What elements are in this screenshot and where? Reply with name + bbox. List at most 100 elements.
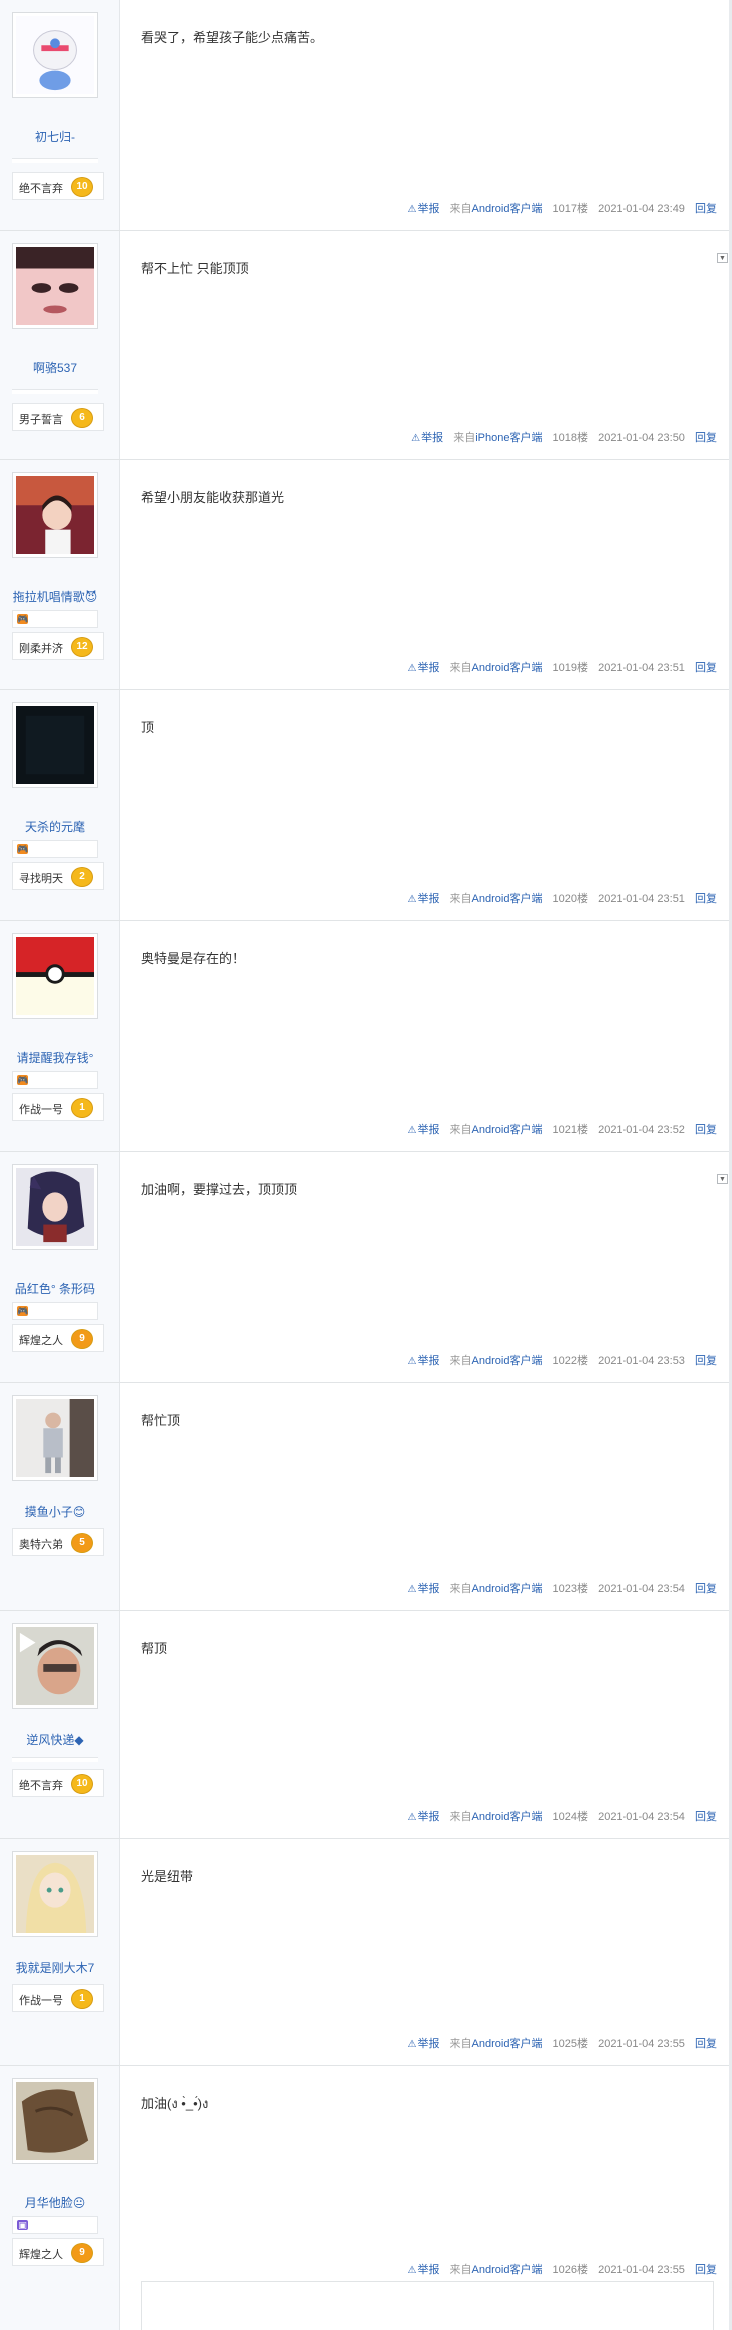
post-meta: ⚠举报 来自Android客户端 1019楼 2021-01-04 23:51 … <box>408 659 717 675</box>
report-link[interactable]: 举报 <box>417 893 439 905</box>
source-label: 来自Android客户端 <box>450 203 543 215</box>
level-badge[interactable]: 寻找明天 2 <box>12 862 104 890</box>
post-meta: ⚠举报 来自Android客户端 1022楼 2021-01-04 23:53 … <box>408 1352 717 1368</box>
post-content: 看哭了，希望孩子能少点痛苦。 <box>141 30 324 45</box>
thread-page: 初七归- 绝不言弃 10 看哭了，希望孩子能少点痛苦。 ⚠举报 来自Androi… <box>0 0 732 2330</box>
avatar[interactable] <box>12 933 98 1019</box>
source-client-link[interactable]: Android客户端 <box>472 203 543 215</box>
avatar[interactable] <box>12 243 98 329</box>
level-badge[interactable]: 绝不言弃 10 <box>12 1769 104 1797</box>
source-label: 来自Android客户端 <box>450 2264 543 2276</box>
post-content: 顶 <box>141 720 155 735</box>
avatar[interactable] <box>12 12 98 98</box>
source-client-link[interactable]: Android客户端 <box>472 662 543 674</box>
reply-link[interactable]: 回复 <box>695 893 717 905</box>
post-menu-dropdown[interactable]: ▼ <box>717 253 728 263</box>
username[interactable]: 天杀的元麾 <box>0 818 110 835</box>
reply-link[interactable]: 回复 <box>695 1355 717 1367</box>
user-sidebar: 逆风快递◆ 绝不言弃 10 <box>0 1611 120 1838</box>
report-link[interactable]: 举报 <box>417 2264 439 2276</box>
username[interactable]: 品红色° 条形码 <box>0 1280 110 1297</box>
floor-number: 1021楼 <box>552 1124 589 1136</box>
warning-icon: ⚠ <box>407 1125 417 1136</box>
source-client-link[interactable]: Android客户端 <box>472 1124 543 1136</box>
username[interactable]: 逆风快递◆ <box>0 1731 110 1748</box>
report-link[interactable]: 举报 <box>417 662 439 674</box>
post-item: 我就是刚大木7 作战一号 1 光是纽带 ⚠举报 来自Android客户端 102… <box>0 1839 732 2066</box>
source-client-link[interactable]: Android客户端 <box>472 893 543 905</box>
report-link[interactable]: 举报 <box>417 2038 439 2050</box>
level-badge[interactable]: 奥特六弟 5 <box>12 1528 104 1556</box>
report-link[interactable]: 举报 <box>421 432 443 444</box>
level-badge[interactable]: 作战一号 1 <box>12 1093 104 1121</box>
report-link[interactable]: 举报 <box>417 1583 439 1595</box>
username[interactable]: 拖拉机唱情歌😈 <box>0 588 110 605</box>
post-content: 光是纽带 <box>141 1869 194 1884</box>
level-name: 作战一号 <box>19 1995 63 2007</box>
post-time: 2021-01-04 23:55 <box>598 2264 685 2276</box>
floor-number: 1020楼 <box>552 893 589 905</box>
avatar[interactable] <box>12 1851 98 1937</box>
source-client-link[interactable]: Android客户端 <box>472 1355 543 1367</box>
level-badge[interactable]: 辉煌之人 9 <box>12 2238 104 2266</box>
level-badge[interactable]: 刚柔并济 12 <box>12 632 104 660</box>
level-name: 刚柔并济 <box>19 643 63 655</box>
reply-link[interactable]: 回复 <box>695 1124 717 1136</box>
reply-link[interactable]: 回复 <box>695 203 717 215</box>
avatar[interactable] <box>12 1395 98 1481</box>
warning-icon: ⚠ <box>407 1812 417 1823</box>
level-number: 10 <box>71 177 93 197</box>
report-link[interactable]: 举报 <box>417 203 439 215</box>
avatar-image <box>16 1855 94 1933</box>
username[interactable]: 我就是刚大木7 <box>0 1959 110 1976</box>
warning-icon: ⚠ <box>407 1356 417 1367</box>
reply-link[interactable]: 回复 <box>695 2038 717 2050</box>
gamepad-icon: 🎮 <box>17 614 29 624</box>
level-badge[interactable]: 辉煌之人 9 <box>12 1324 104 1352</box>
floor-number: 1026楼 <box>552 2264 589 2276</box>
username[interactable]: 啊骆537 <box>0 359 110 376</box>
avatar[interactable] <box>12 2078 98 2164</box>
badge-row <box>12 158 98 163</box>
avatar-image <box>16 1627 94 1705</box>
source-client-link[interactable]: Android客户端 <box>472 1811 543 1823</box>
avatar[interactable] <box>12 1623 98 1709</box>
reply-link[interactable]: 回复 <box>695 1583 717 1595</box>
report-link[interactable]: 举报 <box>417 1124 439 1136</box>
level-badge[interactable]: 作战一号 1 <box>12 1984 104 2012</box>
username[interactable]: 请提醒我存钱° <box>0 1049 110 1066</box>
level-name: 奥特六弟 <box>19 1539 63 1551</box>
post-meta: ⚠举报 来自Android客户端 1026楼 2021-01-04 23:55 … <box>408 2261 717 2277</box>
post-time: 2021-01-04 23:54 <box>598 1811 685 1823</box>
source-client-link[interactable]: Android客户端 <box>472 2264 543 2276</box>
reply-link[interactable]: 回复 <box>695 2264 717 2276</box>
username[interactable]: 摸鱼小子😊 <box>0 1503 110 1520</box>
source-prefix: 来自 <box>449 1811 472 1823</box>
reply-link[interactable]: 回复 <box>695 432 717 444</box>
avatar[interactable] <box>12 702 98 788</box>
source-client-link[interactable]: Android客户端 <box>472 1583 543 1595</box>
post-time: 2021-01-04 23:54 <box>598 1583 685 1595</box>
avatar[interactable] <box>12 472 98 558</box>
lzl-reply-box[interactable] <box>141 2281 714 2330</box>
source-label: 来自iPhone客户端 <box>453 432 542 444</box>
warning-icon: ⚠ <box>407 204 417 215</box>
report-link[interactable]: 举报 <box>417 1355 439 1367</box>
badge-row <box>12 1757 98 1762</box>
post-menu-dropdown[interactable]: ▼ <box>717 1174 728 1184</box>
report-link[interactable]: 举报 <box>417 1811 439 1823</box>
level-badge[interactable]: 男子誓言 6 <box>12 403 104 431</box>
level-badge[interactable]: 绝不言弃 10 <box>12 172 104 200</box>
reply-link[interactable]: 回复 <box>695 662 717 674</box>
floor-number: 1025楼 <box>552 2038 589 2050</box>
username[interactable]: 月华他脸😐 <box>0 2194 110 2211</box>
source-client-link[interactable]: iPhone客户端 <box>475 432 542 444</box>
username[interactable]: 初七归- <box>0 128 110 145</box>
post-time: 2021-01-04 23:53 <box>598 1355 685 1367</box>
source-label: 来自Android客户端 <box>450 2038 543 2050</box>
post-item: 请提醒我存钱° 🎮 作战一号 1 奥特曼是存在的！ ⚠举报 来自Android客… <box>0 921 732 1152</box>
source-prefix: 来自 <box>449 2264 472 2276</box>
source-client-link[interactable]: Android客户端 <box>472 2038 543 2050</box>
reply-link[interactable]: 回复 <box>695 1811 717 1823</box>
avatar[interactable] <box>12 1164 98 1250</box>
